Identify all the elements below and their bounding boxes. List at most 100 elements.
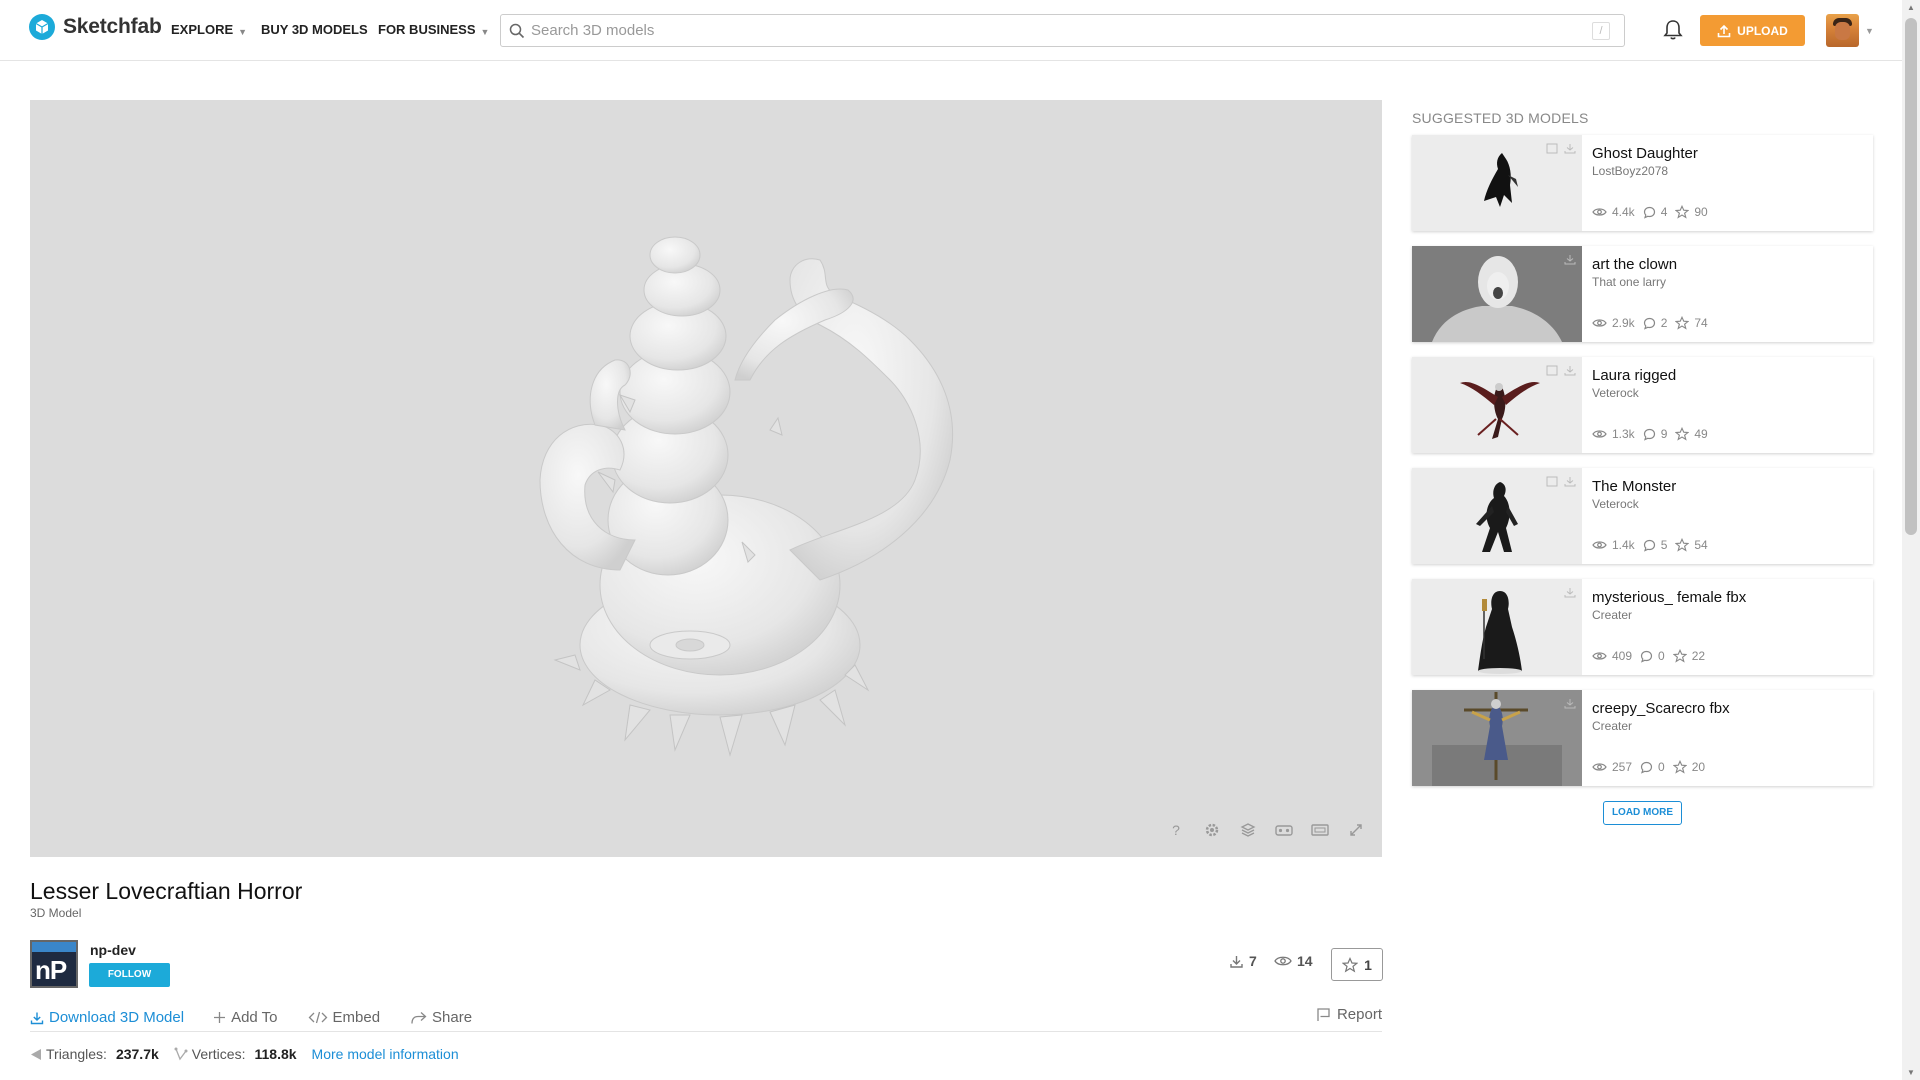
model-thumbnail[interactable] bbox=[1412, 579, 1582, 675]
card-views-value: 257 bbox=[1612, 760, 1633, 774]
card-title[interactable]: creepy_Scarecro fbx bbox=[1592, 700, 1730, 717]
download-count-value: 7 bbox=[1249, 953, 1257, 969]
model-viewer[interactable]: ? bbox=[30, 100, 1382, 857]
card-author[interactable]: Creater bbox=[1592, 719, 1632, 733]
author-avatar[interactable]: nP bbox=[30, 940, 78, 988]
report-label: Report bbox=[1336, 1006, 1382, 1023]
triangles-value: 237.7k bbox=[115, 1046, 159, 1062]
search-input[interactable] bbox=[531, 15, 1571, 46]
triangle-icon bbox=[31, 1048, 41, 1060]
suggested-model-card[interactable]: creepy_Scarecro fbx Creater 257 0 20 bbox=[1412, 690, 1873, 786]
suggested-model-card[interactable]: Ghost Daughter LostBoyz2078 4.4k 4 90 bbox=[1412, 135, 1873, 231]
plus-icon bbox=[214, 1012, 226, 1023]
star-icon bbox=[1675, 538, 1690, 552]
card-views-value: 2.9k bbox=[1612, 316, 1635, 330]
share-button[interactable]: Share bbox=[410, 1009, 472, 1026]
search-icon bbox=[509, 23, 525, 39]
card-author[interactable]: That one larry bbox=[1592, 275, 1666, 289]
card-title[interactable]: mysterious_ female fbx bbox=[1592, 589, 1746, 606]
user-avatar[interactable] bbox=[1826, 14, 1859, 47]
card-likes-value: 49 bbox=[1694, 427, 1708, 441]
follow-button[interactable]: FOLLOW bbox=[89, 963, 170, 987]
card-stats: 409 0 22 bbox=[1592, 649, 1713, 663]
card-comments-value: 5 bbox=[1660, 538, 1668, 552]
upload-button[interactable]: UPLOAD bbox=[1700, 15, 1805, 46]
star-icon bbox=[1342, 956, 1359, 973]
model-thumbnail[interactable] bbox=[1412, 135, 1582, 231]
card-comments: 2 bbox=[1643, 316, 1667, 330]
settings-icon[interactable] bbox=[1201, 819, 1223, 841]
suggested-models-heading: SUGGESTED 3D MODELS bbox=[1412, 110, 1589, 126]
load-more-button[interactable]: LOAD MORE bbox=[1603, 801, 1682, 825]
model-title: Lesser Lovecraftian Horror bbox=[30, 878, 303, 904]
layers-icon[interactable] bbox=[1237, 819, 1259, 841]
fullscreen-icon[interactable] bbox=[1345, 819, 1367, 841]
card-title[interactable]: Ghost Daughter bbox=[1592, 145, 1698, 162]
suggested-model-card[interactable]: The Monster Veterock 1.4k 5 54 bbox=[1412, 468, 1873, 564]
card-comments: 4 bbox=[1643, 205, 1668, 219]
suggested-model-card[interactable]: art the clown That one larry 2.9k 2 74 bbox=[1412, 246, 1873, 342]
scrollbar-thumb[interactable] bbox=[1905, 18, 1917, 535]
card-author[interactable]: Veterock bbox=[1592, 386, 1639, 400]
like-button[interactable]: 1 bbox=[1331, 948, 1383, 981]
chevron-down-icon: ▼ bbox=[238, 26, 248, 37]
card-views: 2.9k bbox=[1592, 316, 1635, 330]
card-title[interactable]: The Monster bbox=[1592, 478, 1676, 495]
eye-icon bbox=[1592, 319, 1607, 327]
card-likes-value: 74 bbox=[1694, 316, 1708, 330]
report-button[interactable]: Report bbox=[1316, 1006, 1382, 1023]
card-author[interactable]: LostBoyz2078 bbox=[1592, 164, 1668, 178]
viewer-toolbar: ? bbox=[1165, 819, 1367, 841]
author-name[interactable]: np-dev bbox=[90, 942, 136, 958]
nav-for-business[interactable]: FOR BUSINESS ▼ bbox=[378, 22, 489, 37]
card-likes-value: 90 bbox=[1694, 205, 1708, 219]
nav-buy-3d-models[interactable]: BUY 3D MODELS bbox=[261, 22, 368, 37]
help-icon[interactable]: ? bbox=[1165, 819, 1187, 841]
nav-explore-label: EXPLORE bbox=[171, 22, 234, 37]
card-likes: 22 bbox=[1672, 649, 1705, 663]
triangles-stat: Triangles: 237.7k bbox=[30, 1046, 159, 1062]
scroll-up-arrow-icon[interactable]: ▲ bbox=[1907, 3, 1915, 12]
chevron-down-icon[interactable]: ▼ bbox=[1865, 26, 1874, 36]
star-icon bbox=[1672, 649, 1687, 663]
search-bar: / bbox=[500, 14, 1625, 47]
comment-icon bbox=[1643, 428, 1655, 441]
star-icon bbox=[1675, 316, 1690, 330]
scroll-down-arrow-icon[interactable]: ▼ bbox=[1907, 1068, 1915, 1077]
embed-button[interactable]: Embed bbox=[308, 1009, 380, 1026]
notifications-bell-icon[interactable] bbox=[1663, 19, 1683, 41]
add-to-button[interactable]: Add To bbox=[213, 1009, 278, 1026]
download-count: 7 bbox=[1229, 953, 1257, 969]
more-model-info-link[interactable]: More model information bbox=[312, 1046, 459, 1062]
model-thumbnail[interactable] bbox=[1412, 357, 1582, 453]
vr-icon[interactable] bbox=[1273, 819, 1295, 841]
model-stats-row: Triangles: 237.7k Vertices: 118.8k More mo… bbox=[30, 1046, 459, 1062]
card-title[interactable]: Laura rigged bbox=[1592, 367, 1676, 384]
card-comments-value: 4 bbox=[1660, 205, 1668, 219]
download-icon bbox=[30, 1012, 44, 1024]
eye-icon bbox=[1592, 541, 1607, 549]
nav-explore[interactable]: EXPLORE ▼ bbox=[171, 22, 247, 37]
model-thumbnail[interactable] bbox=[1412, 468, 1582, 564]
card-author[interactable]: Creater bbox=[1592, 608, 1632, 622]
sketchfab-logo[interactable]: Sketchfab bbox=[29, 14, 162, 40]
model-thumbnail[interactable] bbox=[1412, 246, 1582, 342]
card-likes: 54 bbox=[1675, 538, 1708, 552]
download-model-label: Download 3D Model bbox=[49, 1009, 185, 1026]
flag-icon bbox=[1317, 1008, 1330, 1021]
page-scrollbar[interactable]: ▲ ▼ bbox=[1902, 0, 1920, 1080]
like-count-value: 1 bbox=[1364, 956, 1372, 973]
brand-name: Sketchfab bbox=[63, 15, 162, 38]
suggested-model-card[interactable]: Laura rigged Veterock 1.3k 9 49 bbox=[1412, 357, 1873, 453]
card-title[interactable]: art the clown bbox=[1592, 256, 1677, 273]
download-model-link[interactable]: Download 3D Model bbox=[30, 1009, 184, 1026]
model-actions-bar: Download 3D Model Add To Embed Share Rep… bbox=[30, 1004, 1382, 1032]
card-likes: 20 bbox=[1672, 760, 1705, 774]
card-author[interactable]: Veterock bbox=[1592, 497, 1639, 511]
suggested-model-card[interactable]: mysterious_ female fbx Creater 409 0 22 bbox=[1412, 579, 1873, 675]
download-icon bbox=[1564, 254, 1576, 265]
card-stats: 1.4k 5 54 bbox=[1592, 538, 1716, 552]
widescreen-icon[interactable] bbox=[1309, 819, 1331, 841]
share-icon bbox=[411, 1011, 427, 1024]
model-thumbnail[interactable] bbox=[1412, 690, 1582, 786]
